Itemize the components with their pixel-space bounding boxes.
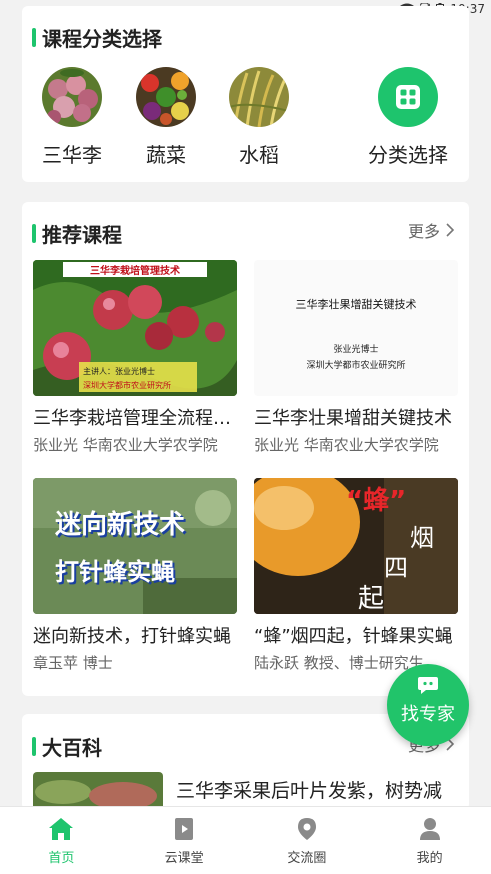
thumbnail-line: 迷向新技术	[55, 510, 186, 540]
chat-bubble-icon	[418, 677, 438, 694]
course-card[interactable]: “蜂” 烟 四 起 “蜂”烟四起，针蜂果实蝇 陆永跃 教授、博士研究生	[254, 478, 458, 673]
bottom-tab-bar: 首页 云课堂 交流圈 我的	[0, 806, 491, 874]
find-expert-label: 找专家	[401, 704, 455, 725]
rice-image	[229, 67, 289, 127]
category-label: 三华李	[42, 143, 102, 167]
category-title: 课程分类选择	[42, 27, 162, 51]
plum-image	[42, 67, 102, 127]
thumbnail-line: “蜂”	[346, 486, 407, 516]
thumbnail-line: 主讲人：张业光博士	[83, 367, 155, 376]
encyclopedia-thumbnail	[33, 772, 163, 810]
course-thumbnail: 三华李栽培管理技术 主讲人：张业光博士 深圳大学都市农业研究所	[33, 260, 237, 396]
category-card: 课程分类选择 三华李 蔬菜 水稻 分类选择	[22, 6, 469, 182]
course-subtitle: 张业光 华南农业大学农学院	[254, 436, 439, 454]
course-title: 三华李栽培管理全流程技术	[33, 408, 237, 429]
category-select[interactable]: 分类选择	[368, 67, 448, 168]
more-link[interactable]: 更多	[408, 218, 455, 242]
accent-bar	[32, 737, 36, 756]
course-thumbnail: “蜂” 烟 四 起	[254, 478, 458, 614]
course-subtitle: 张业光 华南农业大学农学院	[33, 436, 218, 454]
thumbnail-line: 四	[384, 554, 408, 582]
thumbnail-line: 打针蜂实蝇	[55, 558, 175, 586]
tab-label: 我的	[416, 851, 443, 866]
find-expert-button[interactable]: 找专家	[387, 664, 469, 746]
tab-label: 交流圈	[287, 851, 327, 866]
tab-cloud-class[interactable]: 云课堂	[123, 807, 246, 874]
course-thumbnail: 三华李壮果增甜关键技术 张业光博士 深圳大学都市农业研究所	[254, 260, 458, 396]
course-card[interactable]: 三华李壮果增甜关键技术 张业光博士 深圳大学都市农业研究所 三华李壮果增甜关键技…	[254, 260, 458, 455]
location-pin-icon	[297, 818, 316, 840]
thumbnail-title: 三华李壮果增甜关键技术	[295, 298, 417, 311]
category-vegetables[interactable]: 蔬菜	[126, 67, 206, 168]
thumbnail-line: 深圳大学都市农业研究所	[83, 381, 171, 390]
course-title: 三华李壮果增甜关键技术	[254, 408, 452, 429]
person-icon	[419, 818, 440, 840]
thumbnail-line: 烟	[410, 524, 434, 552]
category-grid-icon	[378, 67, 438, 127]
thumbnail-line: 起	[358, 584, 385, 614]
category-rice[interactable]: 水稻	[219, 67, 299, 168]
encyclopedia-header: 大百科	[32, 732, 102, 761]
video-book-icon	[175, 818, 194, 840]
category-label: 分类选择	[368, 143, 448, 167]
course-title: 迷向新技术，打针蜂实蝇	[33, 626, 231, 647]
encyclopedia-title: 大百科	[42, 736, 102, 760]
accent-bar	[32, 224, 36, 243]
recommend-title: 推荐课程	[42, 223, 122, 247]
category-sanhuali[interactable]: 三华李	[32, 67, 112, 168]
recommend-header: 推荐课程	[32, 219, 122, 248]
category-header: 课程分类选择	[32, 23, 162, 52]
course-title: “蜂”烟四起，针蜂果实蝇	[254, 626, 453, 647]
tab-profile[interactable]: 我的	[368, 807, 491, 874]
accent-bar	[32, 28, 36, 47]
tab-label: 首页	[48, 851, 75, 866]
thumbnail-title: 三华李栽培管理技术	[63, 262, 207, 277]
vegetables-image	[136, 67, 196, 127]
recommend-card: 推荐课程 更多 三华李栽培管理技术 主讲人：张业光博士 深圳大学都市农业研究所 …	[22, 202, 469, 696]
thumbnail-line: 深圳大学都市农业研究所	[306, 361, 406, 371]
course-card[interactable]: 迷向新技术 打针蜂实蝇 迷向新技术，打针蜂实蝇 章玉苹 博士	[33, 478, 237, 673]
tab-label: 云课堂	[164, 851, 204, 866]
course-card[interactable]: 三华李栽培管理技术 主讲人：张业光博士 深圳大学都市农业研究所 三华李栽培管理全…	[33, 260, 237, 455]
thumbnail-line: 张业光博士	[333, 345, 379, 355]
tab-community[interactable]: 交流圈	[246, 807, 369, 874]
more-label: 更多	[407, 222, 440, 241]
course-subtitle: 章玉苹 博士	[33, 654, 113, 672]
course-thumbnail: 迷向新技术 打针蜂实蝇	[33, 478, 237, 614]
category-label: 蔬菜	[146, 143, 186, 167]
home-icon	[49, 818, 74, 840]
chevron-right-icon	[446, 223, 455, 237]
category-label: 水稻	[239, 143, 279, 167]
tab-home[interactable]: 首页	[0, 807, 123, 874]
